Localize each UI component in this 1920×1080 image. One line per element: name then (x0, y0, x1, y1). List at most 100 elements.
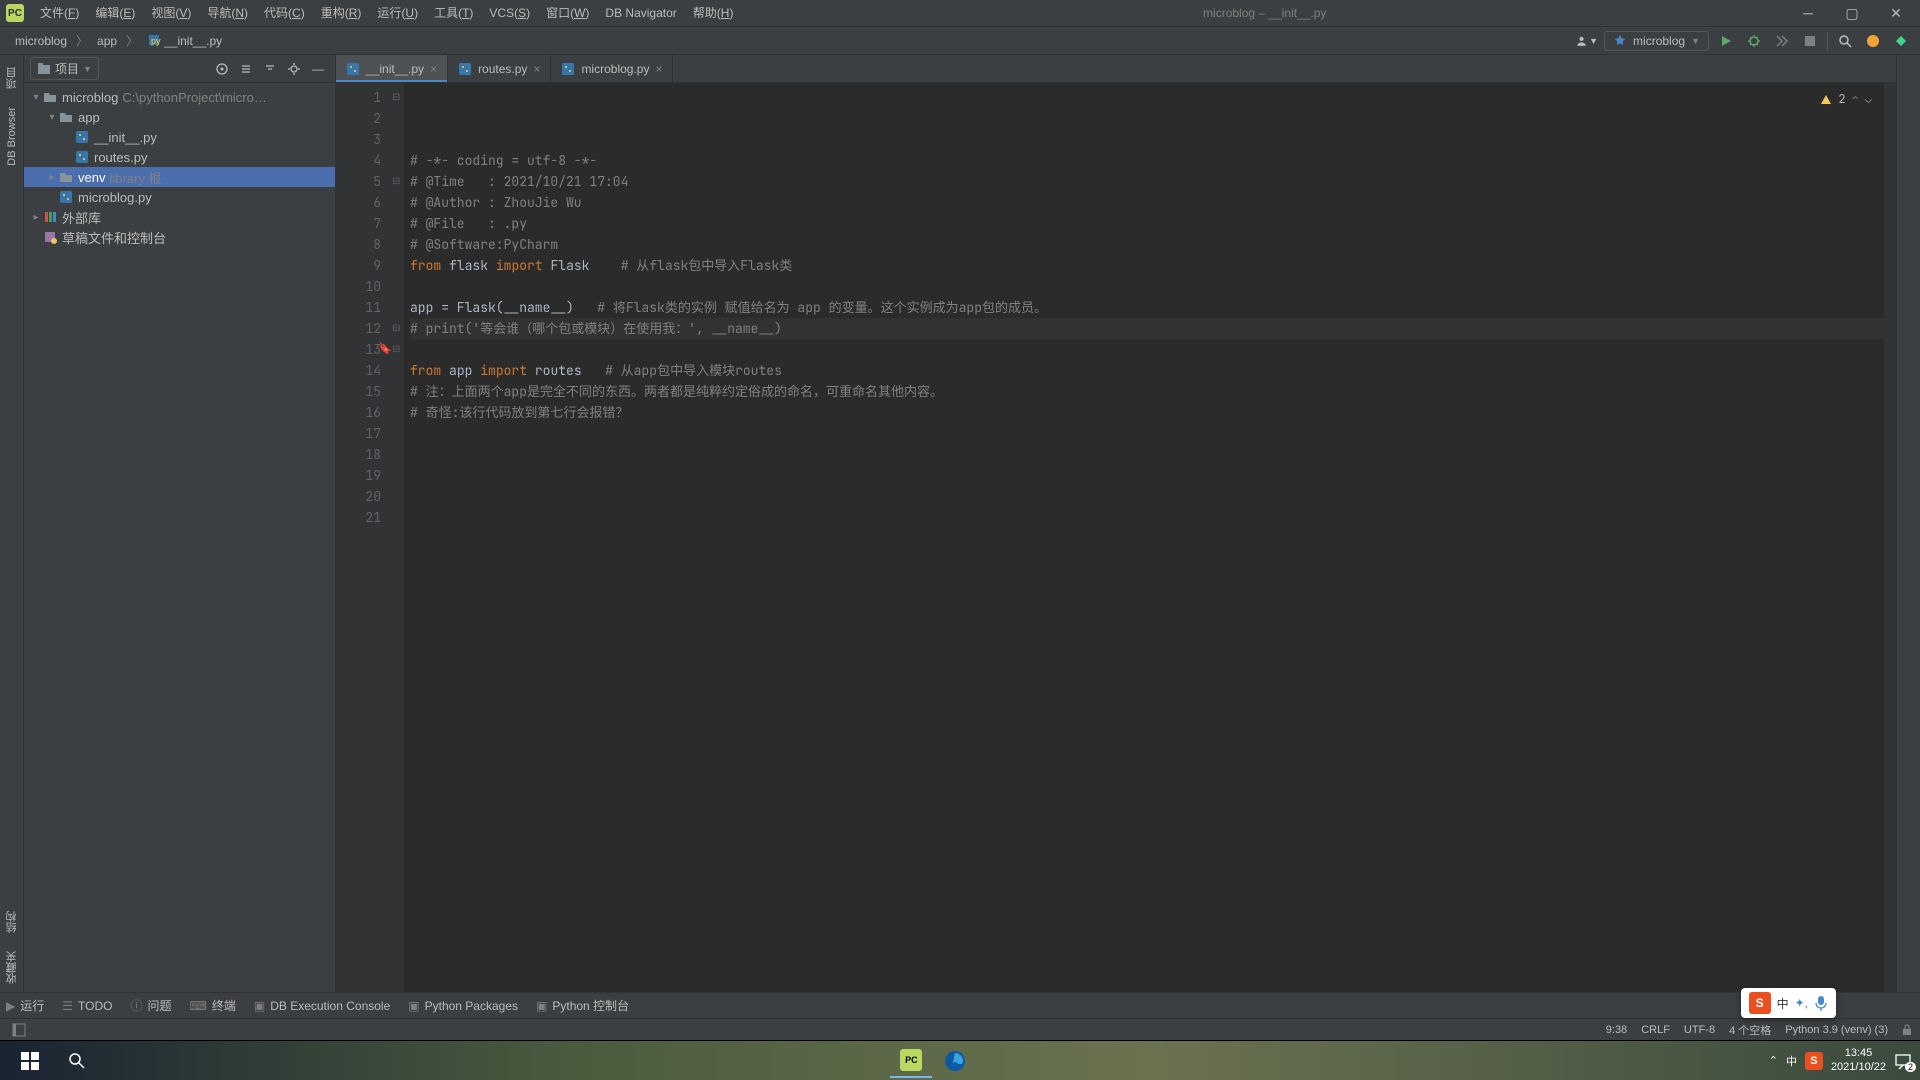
bookmark-icon[interactable]: 🔖 (378, 339, 392, 360)
menu-item[interactable]: DB Navigator (597, 0, 684, 27)
editor-tab[interactable]: __init__.py× (336, 55, 448, 82)
search-everywhere-icon[interactable] (1834, 30, 1856, 52)
code-with-me-icon[interactable] (1890, 30, 1912, 52)
tray-sogou-icon[interactable]: S (1805, 1052, 1823, 1070)
menu-item[interactable]: 导航(N) (199, 0, 256, 27)
bottom-tool-tab[interactable]: ▶运行 (6, 997, 44, 1014)
run-config-selector[interactable]: microblog ▼ (1604, 31, 1709, 51)
debug-button[interactable] (1743, 30, 1765, 52)
fold-marker-icon[interactable]: ⊟ (392, 171, 400, 192)
editor-tab[interactable]: routes.py× (448, 55, 551, 82)
editor-tab[interactable]: microblog.py× (551, 55, 673, 82)
tree-row[interactable]: ▾app (24, 107, 335, 127)
app-logo: PC (6, 4, 24, 22)
python-interpreter[interactable]: Python 3.9 (venv) (3) (1785, 1024, 1888, 1036)
menu-item[interactable]: VCS(S) (481, 0, 538, 27)
project-panel: 项目 ▼ — ▾microblogC:\pythonProject\micro…… (24, 55, 336, 992)
file-encoding[interactable]: UTF-8 (1684, 1024, 1715, 1036)
more-run-button[interactable] (1771, 30, 1793, 52)
fold-marker-icon[interactable]: ⊟ (392, 87, 400, 108)
tree-row[interactable]: routes.py (24, 147, 335, 167)
editor-area: __init__.py×routes.py×microblog.py× 1234… (336, 55, 1896, 992)
select-opened-file-icon[interactable] (211, 58, 233, 80)
breadcrumb-item[interactable]: app (92, 32, 122, 50)
project-tree[interactable]: ▾microblogC:\pythonProject\micro…▾app__i… (24, 83, 335, 992)
bottom-tool-tab[interactable]: ⓘ问题 (130, 997, 171, 1014)
project-view-selector[interactable]: 项目 ▼ (30, 57, 99, 80)
tree-row[interactable]: 草稿文件和控制台 (24, 227, 335, 247)
breadcrumb-item[interactable]: microblog (10, 32, 72, 50)
menu-item[interactable]: 编辑(E) (87, 0, 143, 27)
tree-row[interactable]: ▾microblogC:\pythonProject\micro… (24, 87, 335, 107)
breadcrumb-item[interactable]: py__init__.py (142, 31, 227, 50)
tab-close-icon[interactable]: × (430, 62, 437, 76)
start-button[interactable] (8, 1044, 52, 1078)
search-icon[interactable] (56, 1044, 98, 1078)
hide-panel-icon[interactable]: — (307, 58, 329, 80)
fold-marker-icon[interactable]: ⊟ (392, 339, 400, 360)
tree-row[interactable]: ▸外部库 (24, 207, 335, 227)
svg-text:py: py (151, 36, 161, 46)
bottom-tool-tab[interactable]: ⌨终端 (190, 997, 236, 1014)
tab-close-icon[interactable]: × (533, 62, 540, 76)
inspection-indicator[interactable]: 2 ⌃ ⌄ (1820, 89, 1872, 110)
structure-tool-tab[interactable]: 结构 (2, 903, 22, 941)
taskbar-clock[interactable]: 13:45 2021/10/22 (1831, 1047, 1886, 1073)
code-editor[interactable]: 2 ⌃ ⌄ # -*- coding = utf-8 -*-# @Time : … (404, 83, 1884, 992)
run-config-name: microblog (1633, 34, 1685, 48)
db-browser-tool-tab[interactable]: DB Browser (4, 99, 20, 174)
statusbar: 9:38 CRLF UTF-8 4 个空格 Python 3.9 (venv) … (0, 1018, 1920, 1040)
user-icon[interactable]: ▼ (1576, 30, 1598, 52)
tree-row[interactable]: microblog.py (24, 187, 335, 207)
menu-item[interactable]: 窗口(W) (538, 0, 597, 27)
menu-item[interactable]: 帮助(H) (685, 0, 742, 27)
caret-position[interactable]: 9:38 (1606, 1024, 1627, 1036)
editor-tabs: __init__.py×routes.py×microblog.py× (336, 55, 1896, 83)
line-number-gutter: 123456789101112131415161718192021 (336, 83, 390, 992)
left-tool-strip: 项目 DB Browser 结构 收藏夹 (0, 55, 24, 992)
breadcrumb-sep: 〉 (126, 32, 138, 49)
menu-item[interactable]: 工具(T) (426, 0, 481, 27)
tab-close-icon[interactable]: × (655, 62, 662, 76)
taskbar-edge-icon[interactable] (934, 1044, 976, 1078)
expand-all-icon[interactable] (235, 58, 257, 80)
panel-settings-icon[interactable] (283, 58, 305, 80)
navbar: microblog〉app〉py__init__.py ▼ microblog … (0, 27, 1920, 55)
read-only-lock-icon[interactable] (1902, 1024, 1912, 1036)
menubar: PC 文件(F)编辑(E)视图(V)导航(N)代码(C)重构(R)运行(U)工具… (0, 0, 741, 27)
tool-windows-icon[interactable] (8, 1019, 30, 1041)
tree-row[interactable]: ▸venvlibrary 根 (24, 167, 335, 187)
indent-setting[interactable]: 4 个空格 (1729, 1022, 1771, 1038)
fold-gutter[interactable]: ⊟⊟⊟⊟ (390, 83, 404, 992)
run-button[interactable] (1715, 30, 1737, 52)
microphone-icon[interactable] (1814, 995, 1828, 1011)
collapse-all-icon[interactable] (259, 58, 281, 80)
close-button[interactable]: ✕ (1876, 0, 1916, 27)
menu-item[interactable]: 运行(U) (369, 0, 426, 27)
bottom-tool-tab[interactable]: ▣DB Execution Console (254, 999, 390, 1013)
bottom-tool-tab[interactable]: ▣Python 控制台 (536, 997, 629, 1014)
breadcrumbs: microblog〉app〉py__init__.py (0, 31, 227, 50)
ime-floating-bar[interactable]: S 中 ✦, (1741, 988, 1836, 1018)
menu-item[interactable]: 重构(R) (313, 0, 370, 27)
fold-marker-icon[interactable]: ⊟ (392, 318, 400, 339)
menu-item[interactable]: 视图(V) (143, 0, 199, 27)
tray-ime-icon[interactable]: 中 (1786, 1053, 1797, 1069)
bottom-tool-tab[interactable]: ▣Python Packages (408, 999, 518, 1013)
tree-row[interactable]: __init__.py (24, 127, 335, 147)
editor-scrollbar[interactable] (1884, 83, 1896, 992)
tray-chevron-icon[interactable]: ⌃ (1769, 1054, 1778, 1067)
bottom-tool-tab[interactable]: ☰TODO (62, 999, 112, 1013)
favorites-tool-tab[interactable]: 收藏夹 (2, 943, 22, 992)
maximize-button[interactable]: ▢ (1832, 0, 1872, 27)
taskbar-pycharm-icon[interactable]: PC (890, 1044, 932, 1078)
menu-item[interactable]: 文件(F) (32, 0, 87, 27)
line-ending[interactable]: CRLF (1641, 1024, 1670, 1036)
notifications-icon[interactable]: 2 (1894, 1052, 1912, 1070)
ide-updates-icon[interactable] (1862, 30, 1884, 52)
minimize-button[interactable]: ─ (1788, 0, 1828, 27)
project-tool-tab[interactable]: 项目 (2, 59, 22, 97)
stop-button[interactable] (1799, 30, 1821, 52)
menu-item[interactable]: 代码(C) (256, 0, 313, 27)
windows-taskbar: PC ⌃ 中 S 13:45 2021/10/22 2 (0, 1040, 1920, 1080)
